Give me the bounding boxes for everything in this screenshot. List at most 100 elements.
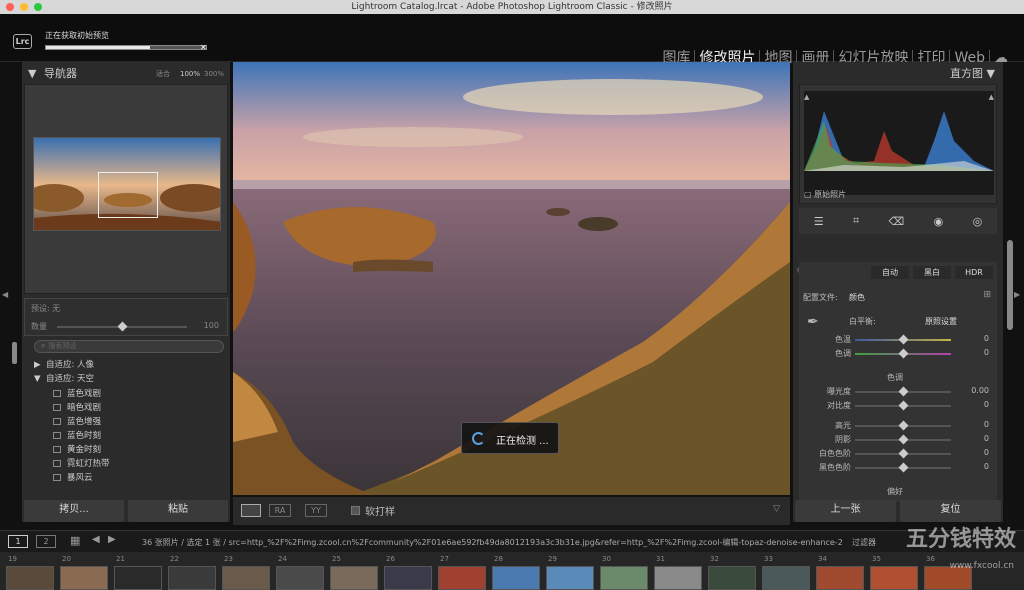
filmstrip-thumbnail[interactable]	[600, 566, 648, 590]
toolbar-menu-icon[interactable]: ▽	[773, 504, 780, 514]
paste-button[interactable]: 粘贴	[128, 500, 228, 522]
tint-slider[interactable]	[855, 348, 951, 359]
preset-item[interactable]: 蓝色戏剧	[53, 387, 101, 399]
left-panel-toggle-icon[interactable]: ◀	[2, 290, 8, 299]
screen-1-button[interactable]: 1	[8, 535, 28, 548]
filmstrip-thumbnail[interactable]	[330, 566, 378, 590]
temp-slider[interactable]	[855, 334, 951, 345]
contrast-slider[interactable]	[855, 400, 951, 411]
filmstrip-thumbnail[interactable]	[762, 566, 810, 590]
before-after-icon[interactable]: YY	[305, 504, 327, 517]
blacks-slider[interactable]	[855, 462, 951, 473]
preset-item[interactable]: 蓝色增强	[53, 415, 101, 427]
left-panel: ▼ 导航器 适合 100% 300% 预设: 无 数量 100 ⌕ 搜索预设 ▶…	[22, 62, 230, 522]
navigator-viewport-rect[interactable]	[98, 172, 158, 218]
clip-highlights-icon[interactable]: ▲	[989, 93, 994, 101]
preset-item[interactable]: 暗色戏剧	[53, 401, 101, 413]
watermark-url: www.fxcool.cn	[949, 561, 1014, 571]
shadows-slider[interactable]	[855, 434, 951, 445]
filmstrip-thumbnail[interactable]	[438, 566, 486, 590]
profile-grid-icon[interactable]: ⊞	[983, 290, 991, 300]
compare-view-icon[interactable]: RA	[269, 504, 291, 517]
navigator-preview-area	[24, 84, 228, 294]
filmstrip-thumbnail[interactable]	[222, 566, 270, 590]
filmstrip-thumbnail[interactable]	[60, 566, 108, 590]
edit-sliders-icon[interactable]: ☰	[814, 215, 824, 228]
zoom-100[interactable]: 100%	[180, 64, 200, 84]
filmstrip-number: 34	[818, 555, 827, 563]
filmstrip-thumbnail[interactable]	[816, 566, 864, 590]
filmstrip-thumbnail[interactable]	[168, 566, 216, 590]
amount-slider[interactable]	[57, 321, 187, 332]
grid-view-icon[interactable]: ▦	[70, 534, 80, 547]
masking-icon[interactable]: ◎	[973, 215, 983, 228]
highlights-slider[interactable]	[855, 420, 951, 431]
filmstrip-thumbnail[interactable]	[492, 566, 540, 590]
exposure-slider[interactable]	[855, 386, 951, 397]
profile-dropdown[interactable]: 颜色	[849, 292, 865, 303]
bw-button[interactable]: 黑白	[913, 266, 951, 279]
zoom-300[interactable]: 300%	[204, 64, 224, 84]
filmstrip-number: 24	[278, 555, 287, 563]
preset-item[interactable]: 黄金时刻	[53, 443, 101, 455]
filmstrip-number: 22	[170, 555, 179, 563]
filmstrip-number: 25	[332, 555, 341, 563]
hdr-button[interactable]: HDR	[955, 266, 993, 279]
forward-arrow-icon[interactable]: ▶	[108, 534, 116, 545]
filmstrip-thumbnail[interactable]	[114, 566, 162, 590]
right-panel-toggle-icon[interactable]: ▶	[1014, 290, 1020, 299]
navigator-header[interactable]: ▼ 导航器 适合 100% 300%	[22, 64, 230, 84]
minimize-window-button[interactable]	[20, 3, 28, 11]
reset-button[interactable]: 复位	[900, 500, 1001, 522]
copy-paste-row: 拷贝... 粘贴	[22, 500, 230, 522]
loupe-view-icon[interactable]	[241, 504, 261, 517]
wb-dropdown[interactable]: 原照设置	[925, 316, 957, 327]
healing-icon[interactable]: ⌫	[889, 215, 905, 228]
preset-group-portrait[interactable]: ▶ 自适应: 人像	[34, 358, 94, 370]
back-arrow-icon[interactable]: ◀	[92, 534, 100, 545]
left-scrollbar[interactable]	[12, 342, 17, 364]
maximize-window-button[interactable]	[34, 3, 42, 11]
navigator-thumbnail[interactable]	[33, 137, 221, 231]
filmstrip-thumbnail[interactable]	[708, 566, 756, 590]
preset-group-sky[interactable]: ▼ 自适应: 天空	[34, 372, 94, 384]
filmstrip-header: 1 2 ▦ ◀ ▶ 36 张照片 / 选定 1 张 / src=http_%2F…	[0, 530, 1024, 552]
preset-label: 预设: 无	[31, 304, 61, 313]
watermark-text: 五分钱特效	[905, 527, 1016, 552]
exposure-value: 0.00	[971, 386, 989, 395]
filmstrip: 19 20 21 22 23 24 25 26 27 28 29 30 31 32 33 34 35 36	[0, 552, 1024, 590]
softproof-checkbox[interactable]	[351, 506, 360, 515]
preset-item[interactable]: 蓝色时刻	[53, 429, 101, 441]
clip-shadows-icon[interactable]: ▲	[804, 93, 809, 101]
main-photo-viewer[interactable]: 正在检测 ...	[233, 62, 790, 495]
auto-button[interactable]: 自动	[871, 266, 909, 279]
contrast-label: 对比度	[827, 401, 851, 410]
close-window-button[interactable]	[6, 3, 14, 11]
filmstrip-thumbnail[interactable]	[384, 566, 432, 590]
filter-label[interactable]: 过滤器	[852, 537, 876, 548]
filmstrip-thumbnail[interactable]	[276, 566, 324, 590]
previous-button[interactable]: 上一张	[795, 500, 896, 522]
filmstrip-thumbnail[interactable]	[6, 566, 54, 590]
copy-button[interactable]: 拷贝...	[24, 500, 124, 522]
whites-slider[interactable]	[855, 448, 951, 459]
original-photo-label[interactable]: ▢ 原始照片	[804, 189, 846, 200]
wb-eyedropper-icon[interactable]: ✒	[807, 314, 819, 330]
filmstrip-thumbnail[interactable]	[870, 566, 918, 590]
filmstrip-number: 29	[548, 555, 557, 563]
presence-label: 偏好	[887, 487, 903, 496]
window-titlebar: Lightroom Catalog.lrcat - Adobe Photosho…	[0, 0, 1024, 14]
filmstrip-thumbnail[interactable]	[654, 566, 702, 590]
preset-item[interactable]: 霓虹灯热带	[53, 457, 110, 469]
preset-item[interactable]: 暴风云	[53, 471, 93, 483]
screen-2-button[interactable]: 2	[36, 535, 56, 548]
zoom-fit[interactable]: 适合	[156, 64, 170, 84]
histogram-header[interactable]: 直方图 ▼	[793, 64, 1003, 84]
profile-label: 配置文件:	[803, 293, 838, 302]
right-scrollbar[interactable]	[1007, 240, 1013, 330]
crop-icon[interactable]: ⌗	[853, 214, 859, 228]
preset-search-input[interactable]: ⌕ 搜索预设	[34, 340, 224, 353]
cancel-progress-icon[interactable]: ✕	[200, 43, 207, 52]
filmstrip-thumbnail[interactable]	[546, 566, 594, 590]
redeye-icon[interactable]: ◉	[934, 215, 944, 228]
